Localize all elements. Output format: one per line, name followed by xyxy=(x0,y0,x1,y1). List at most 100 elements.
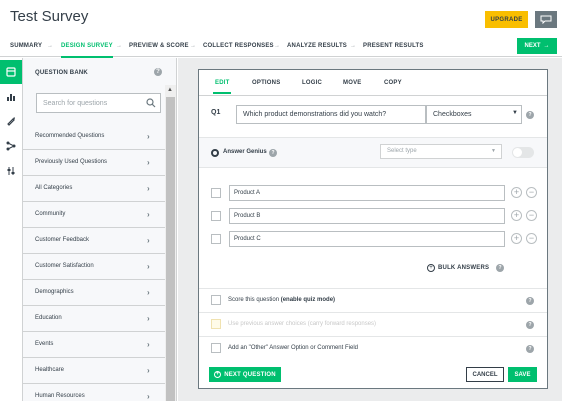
search-icon[interactable] xyxy=(146,98,156,108)
arrow-icon: → xyxy=(350,43,356,49)
help-icon[interactable]: ? xyxy=(526,321,534,329)
remove-answer-icon[interactable]: − xyxy=(526,233,537,244)
arrow-icon: → xyxy=(47,43,53,49)
score-question-label: Score this question (enable quiz mode) xyxy=(228,297,336,303)
question-text-input[interactable]: Which product demonstrations did you wat… xyxy=(236,105,426,124)
carry-forward-row: Use previous answer choices (carry forwa… xyxy=(199,312,547,336)
list-item[interactable]: Education › xyxy=(23,306,165,332)
list-item[interactable]: Events › xyxy=(23,332,165,358)
save-button[interactable]: SAVE xyxy=(508,367,537,382)
tab-options[interactable]: OPTIONS xyxy=(252,80,280,86)
answer-input[interactable]: Product C xyxy=(229,231,505,247)
survey-title: Test Survey xyxy=(10,8,89,25)
plus-circle-icon: + xyxy=(427,264,435,272)
add-answer-icon[interactable]: + xyxy=(511,187,522,198)
left-icon-rail xyxy=(0,58,23,401)
answer-genius-row: Answer Genius ? Select type ▼ xyxy=(199,137,547,168)
tab-edit[interactable]: EDIT xyxy=(212,80,233,94)
answer-row: Product C + − xyxy=(199,230,547,252)
chat-button[interactable] xyxy=(535,11,557,28)
chevron-right-icon: › xyxy=(147,184,150,193)
cancel-button[interactable]: CANCEL xyxy=(466,367,504,382)
next-label: NEXT xyxy=(524,43,541,49)
rail-options[interactable] xyxy=(0,159,22,183)
add-answer-icon[interactable]: + xyxy=(511,210,522,221)
step-navigation: SUMMARY → DESIGN SURVEY → PREVIEW & SCOR… xyxy=(0,36,562,58)
question-bank-panel: QUESTION BANK ? Search for questions Rec… xyxy=(23,58,177,401)
add-answer-icon[interactable]: + xyxy=(511,233,522,244)
step-analyze-results[interactable]: ANALYZE RESULTS xyxy=(287,43,347,49)
remove-answer-icon[interactable]: − xyxy=(526,187,537,198)
next-question-button[interactable]: + NEXT QUESTION xyxy=(209,367,281,382)
tab-copy[interactable]: COPY xyxy=(384,80,402,86)
answer-input[interactable]: Product B xyxy=(229,208,505,224)
rail-builder[interactable] xyxy=(0,85,22,109)
answer-checkbox[interactable] xyxy=(211,211,221,221)
score-question-checkbox[interactable] xyxy=(211,295,221,305)
step-collect-responses[interactable]: COLLECT RESPONSES xyxy=(203,43,274,49)
carry-forward-checkbox xyxy=(211,319,221,329)
other-option-row: Add an "Other" Answer Option or Comment … xyxy=(199,336,547,360)
scroll-up-icon[interactable]: ▲ xyxy=(167,87,173,93)
chevron-right-icon: › xyxy=(147,132,150,141)
list-item[interactable]: Customer Feedback › xyxy=(23,228,165,254)
question-bank-title: QUESTION BANK xyxy=(35,70,88,76)
help-icon[interactable]: ? xyxy=(154,68,162,76)
answer-row: Product B + − xyxy=(199,207,547,229)
list-item[interactable]: Customer Satisfaction › xyxy=(23,254,165,280)
list-item[interactable]: Human Resources › xyxy=(23,384,165,401)
answer-checkbox[interactable] xyxy=(211,234,221,244)
list-item[interactable]: Recommended Questions › xyxy=(23,124,165,150)
search-placeholder: Search for questions xyxy=(43,100,108,107)
scrollbar-thumb[interactable] xyxy=(166,97,175,401)
answer-row: Product A + − xyxy=(199,184,547,206)
remove-answer-icon[interactable]: − xyxy=(526,210,537,221)
arrow-icon: → xyxy=(190,43,196,49)
list-item[interactable]: Community › xyxy=(23,202,165,228)
step-present-results[interactable]: PRESENT RESULTS xyxy=(363,43,424,49)
upgrade-button[interactable]: UPGRADE xyxy=(485,11,528,28)
arrow-icon: → xyxy=(274,43,280,49)
caret-down-icon: ▼ xyxy=(512,110,518,116)
builder-icon xyxy=(7,94,15,101)
divider xyxy=(199,95,547,96)
bulk-answers-button[interactable]: BULK ANSWERS xyxy=(438,265,489,271)
help-icon[interactable]: ? xyxy=(496,264,504,272)
tab-move[interactable]: MOVE xyxy=(343,80,361,86)
list-item[interactable]: Demographics › xyxy=(23,280,165,306)
carry-forward-label: Use previous answer choices (carry forwa… xyxy=(228,321,377,327)
question-search-input[interactable]: Search for questions xyxy=(36,93,161,113)
chevron-right-icon: › xyxy=(147,340,150,349)
step-design-survey[interactable]: DESIGN SURVEY xyxy=(61,43,113,58)
chevron-right-icon: › xyxy=(147,392,150,401)
list-item[interactable]: Previously Used Questions › xyxy=(23,150,165,176)
answer-genius-toggle[interactable] xyxy=(512,147,534,158)
score-question-row: Score this question (enable quiz mode) ? xyxy=(199,288,547,312)
other-option-checkbox[interactable] xyxy=(211,343,221,353)
chevron-right-icon: › xyxy=(147,314,150,323)
help-icon[interactable]: ? xyxy=(269,149,277,157)
list-item[interactable]: Healthcare › xyxy=(23,358,165,384)
question-type-value: Checkboxes xyxy=(433,111,472,118)
help-icon[interactable]: ? xyxy=(526,111,534,119)
answer-checkbox[interactable] xyxy=(211,188,221,198)
rail-themes[interactable] xyxy=(0,109,22,133)
chevron-right-icon: › xyxy=(147,158,150,167)
help-icon[interactable]: ? xyxy=(526,345,534,353)
help-icon[interactable]: ? xyxy=(526,297,534,305)
scrollbar[interactable]: ▲ xyxy=(165,85,176,401)
answer-genius-type-select[interactable]: Select type ▼ xyxy=(380,144,502,159)
question-editor-card: EDIT OPTIONS LOGIC MOVE COPY Q1 Which pr… xyxy=(198,69,548,389)
list-item[interactable]: All Categories › xyxy=(23,176,165,202)
step-summary[interactable]: SUMMARY xyxy=(10,43,42,49)
step-preview-score[interactable]: PREVIEW & SCORE xyxy=(129,43,189,49)
answer-input[interactable]: Product A xyxy=(229,185,505,201)
next-button[interactable]: NEXT → xyxy=(517,38,557,54)
chevron-right-icon: › xyxy=(147,288,150,297)
rail-question-bank[interactable] xyxy=(0,60,22,84)
rail-logic[interactable] xyxy=(0,134,22,158)
question-bank-icon xyxy=(6,67,16,77)
answer-genius-label: Answer Genius xyxy=(223,149,267,155)
tab-logic[interactable]: LOGIC xyxy=(302,80,322,86)
question-type-select[interactable]: Checkboxes ▼ xyxy=(426,105,522,124)
